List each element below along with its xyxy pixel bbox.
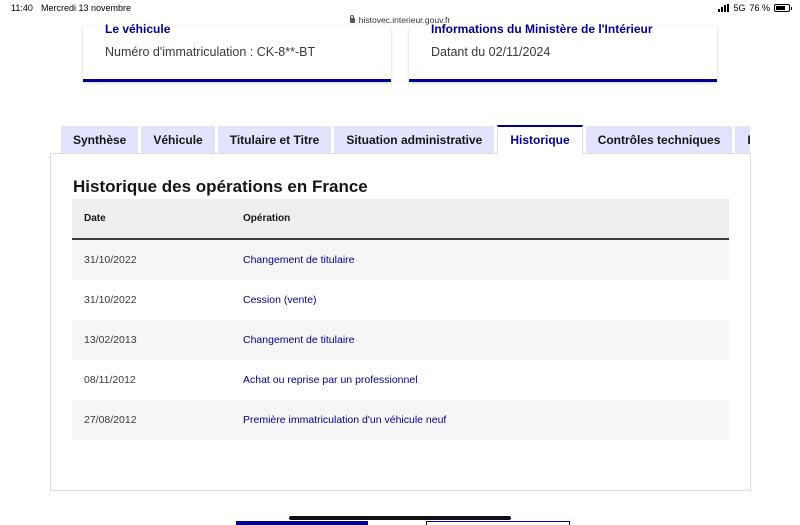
row-date: 08/11/2012 (84, 374, 136, 386)
tab-controles-techniques[interactable]: Contrôles techniques (585, 126, 733, 154)
tab-situation-administrative[interactable]: Situation administrative (334, 126, 495, 154)
tab-titulaire-titre[interactable]: Titulaire et Titre (217, 126, 332, 154)
row-operation-link[interactable]: Changement de titulaire (243, 254, 729, 266)
status-time: 11:40 (11, 3, 33, 13)
table-header: Date Opération (72, 199, 729, 240)
battery-icon (774, 4, 792, 12)
table-row: 27/08/2012 Première immatriculation d'un… (72, 400, 729, 440)
home-indicator[interactable] (289, 516, 511, 520)
row-date: 31/10/2022 (84, 294, 137, 306)
status-date: Mercredi 13 novembre (41, 3, 132, 13)
row-operation-link[interactable]: Achat ou reprise par un professionnel (243, 374, 729, 386)
status-bar: 11:40 Mercredi 13 novembre histovec.inte… (0, 0, 800, 25)
tab-vehicule[interactable]: Véhicule (141, 126, 215, 154)
tab-synthese[interactable]: Synthèse (61, 126, 139, 154)
report-tabs: Synthèse Véhicule Titulaire et Titre Sit… (61, 125, 750, 154)
ministry-card-title: Informations du Ministère de l'Intérieur (431, 22, 653, 36)
table-row: 08/11/2012 Achat ou reprise par un profe… (72, 360, 729, 400)
row-operation-link[interactable]: Cession (vente) (243, 294, 729, 306)
row-date: 27/08/2012 (84, 414, 137, 426)
row-operation-link[interactable]: Changement de titulaire (243, 334, 729, 346)
registration-number: Numéro d'immatriculation : CK-8**-BT (105, 45, 316, 59)
column-header-date: Date (84, 213, 106, 224)
vehicle-card: Le véhicule Numéro d'immatriculation : C… (83, 22, 391, 82)
secondary-button[interactable] (426, 521, 570, 525)
history-panel: Historique des opérations en France Date… (50, 153, 751, 491)
vehicle-card-title: Le véhicule (105, 22, 171, 36)
table-row: 31/10/2022 Cession (vente) (72, 280, 729, 320)
tab-historique[interactable]: Historique (497, 125, 583, 154)
table-row: 31/10/2022 Changement de titulaire (72, 240, 729, 280)
row-date: 31/10/2022 (84, 254, 137, 266)
history-table: Date Opération 31/10/2022 Changement de … (72, 199, 729, 440)
primary-button[interactable] (236, 521, 368, 525)
network-label: 5G (733, 3, 746, 13)
ministry-card: Informations du Ministère de l'Intérieur… (409, 22, 717, 82)
history-title: Historique des opérations en France (73, 177, 368, 196)
status-indicators: 5G 76 % (718, 3, 792, 13)
column-header-operation: Opération (243, 213, 291, 224)
battery-label: 76 % (749, 3, 770, 13)
signal-icon (718, 4, 730, 12)
table-row: 13/02/2013 Changement de titulaire (72, 320, 729, 360)
lock-icon (349, 15, 355, 23)
tab-kilometrage[interactable]: Kilométrage (735, 126, 750, 154)
row-operation-link[interactable]: Première immatriculation d'un véhicule n… (243, 414, 729, 426)
table-body: 31/10/2022 Changement de titulaire 31/10… (72, 240, 729, 440)
data-date: Datant du 02/11/2024 (431, 45, 551, 59)
row-date: 13/02/2013 (84, 334, 137, 346)
